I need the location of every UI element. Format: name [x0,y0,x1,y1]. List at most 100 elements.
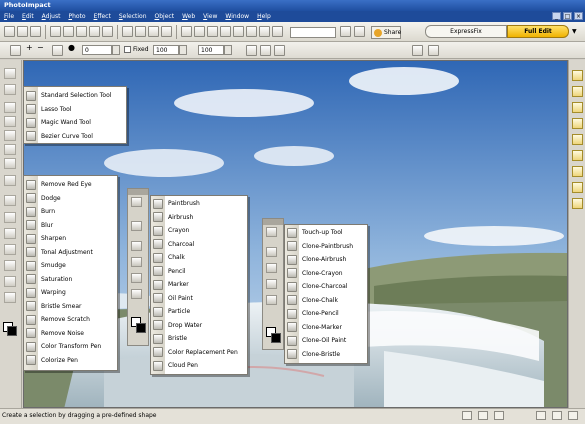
minimize-button[interactable]: _ [552,12,561,20]
shape-ellipse-icon[interactable]: ● [68,43,75,52]
eyedropper-tool-icon[interactable] [4,276,16,287]
menu-item-bristle[interactable]: Bristle [151,332,247,346]
menu-item-airbrush[interactable]: Airbrush [151,211,247,225]
open-icon[interactable] [17,26,28,37]
status-icon[interactable] [568,411,578,420]
menu-item-burn[interactable]: Burn [24,205,117,219]
share-button[interactable]: Share [371,26,401,39]
menu-item-bezier-curve[interactable]: Bezier Curve Tool [24,130,126,144]
value-field[interactable]: 0 [82,45,112,55]
menu-object[interactable]: Object [155,13,175,20]
menu-file[interactable]: File [4,13,14,20]
menu-item-clone-charcoal[interactable]: Clone-Charcoal [285,280,367,294]
clone-tool-icon[interactable] [4,212,16,223]
menu-item-remove-noise[interactable]: Remove Noise [24,327,117,341]
menu-item-color-transform-pen[interactable]: Color Transform Pen [24,340,117,354]
menu-item-color-replacement-pen[interactable]: Color Replacement Pen [151,346,247,360]
clone-icon[interactable] [266,263,277,273]
zoom-tool-icon[interactable] [4,260,16,271]
align-left-icon[interactable] [246,45,257,56]
menu-help[interactable]: Help [257,13,271,20]
scan-icon[interactable] [135,26,146,37]
paintbrush-icon[interactable] [131,197,142,207]
eraser-tool-icon[interactable] [4,228,16,239]
value-spinner[interactable] [112,45,120,55]
cut-icon[interactable] [76,26,87,37]
help-icon[interactable] [340,26,351,37]
paste-icon[interactable] [102,26,113,37]
foreground-color-swatch[interactable] [7,326,17,336]
transform-tool-icon[interactable] [4,102,16,113]
menu-item-clone-oil-paint[interactable]: Clone-Oil Paint [285,334,367,348]
menu-web[interactable]: Web [182,13,195,20]
selection-tool-icon[interactable] [4,84,16,95]
chevron-down-icon[interactable]: ▼ [572,28,577,35]
status-icon[interactable] [536,411,546,420]
menu-item-dodge[interactable]: Dodge [24,192,117,206]
menu-item-pencil[interactable]: Pencil [151,265,247,279]
crop-icon[interactable] [181,26,192,37]
subtract-icon[interactable]: − [37,43,44,52]
crop-tool-icon[interactable] [4,116,16,127]
status-icon[interactable] [478,411,488,420]
menu-item-cloud-pen[interactable]: Cloud Pen [151,359,247,373]
menu-item-clone-marker[interactable]: Clone-Marker [285,321,367,335]
menu-edit[interactable]: Edit [22,13,34,20]
height-spinner[interactable] [224,45,232,55]
panel-icon[interactable] [572,134,583,145]
status-icon[interactable] [552,411,562,420]
menu-effect[interactable]: Effect [94,13,111,20]
menu-item-chalk[interactable]: Chalk [151,251,247,265]
status-icon[interactable] [494,411,504,420]
clone-active-icon[interactable] [266,227,277,237]
enhance-icon[interactable] [220,26,231,37]
paint-icon[interactable] [131,273,142,283]
paint-icon[interactable] [131,241,142,251]
zoom-combo[interactable] [290,27,336,38]
expressfix-button[interactable]: ExpressFix [425,25,507,38]
browse-icon[interactable] [161,26,172,37]
clone-icon[interactable] [266,247,277,257]
paint-tool-icon[interactable] [4,195,16,206]
menu-item-crayon[interactable]: Crayon [151,224,247,238]
redo-icon[interactable] [63,26,74,37]
menu-item-clone-chalk[interactable]: Clone-Chalk [285,294,367,308]
menu-item-blur[interactable]: Blur [24,219,117,233]
panel-icon[interactable] [572,86,583,97]
align-right-icon[interactable] [274,45,285,56]
foreground-color-swatch[interactable] [271,333,281,343]
fill-tool-icon[interactable] [4,244,16,255]
menu-item-magic-wand[interactable]: Magic Wand Tool [24,116,126,130]
menu-item-clone-paintbrush[interactable]: Clone-Paintbrush [285,240,367,254]
copy-icon[interactable] [89,26,100,37]
preview-icon[interactable] [412,45,423,56]
width-field[interactable]: 100 [153,45,179,55]
menu-item-marker[interactable]: Marker [151,278,247,292]
resize-icon[interactable] [207,26,218,37]
path-tool-icon[interactable] [4,130,16,141]
menu-item-clone-bristle[interactable]: Clone-Bristle [285,348,367,362]
info-icon[interactable] [354,26,365,37]
menu-item-bristle-smear[interactable]: Bristle Smear [24,300,117,314]
select-mode-icon[interactable] [10,45,21,56]
save-icon[interactable] [30,26,41,37]
add-icon[interactable]: + [26,43,33,52]
status-icon[interactable] [462,411,472,420]
pick-tool-icon[interactable] [4,68,16,79]
panel-icon[interactable] [572,118,583,129]
restore-button[interactable]: □ [563,12,572,20]
menu-item-particle[interactable]: Particle [151,305,247,319]
menu-item-clone-crayon[interactable]: Clone-Crayon [285,267,367,281]
mask-icon[interactable] [259,26,270,37]
menu-item-clone-airbrush[interactable]: Clone-Airbrush [285,253,367,267]
shape-rect-icon[interactable] [52,45,63,56]
menu-item-charcoal[interactable]: Charcoal [151,238,247,252]
menu-item-remove-scratch[interactable]: Remove Scratch [24,313,117,327]
paint-active-icon[interactable] [131,221,142,231]
menu-view[interactable]: View [203,13,217,20]
close-button[interactable]: × [574,12,583,20]
print-icon[interactable] [122,26,133,37]
align-center-icon[interactable] [260,45,271,56]
menu-adjust[interactable]: Adjust [42,13,61,20]
menu-item-touch-up[interactable]: Touch-up Tool [285,226,367,240]
